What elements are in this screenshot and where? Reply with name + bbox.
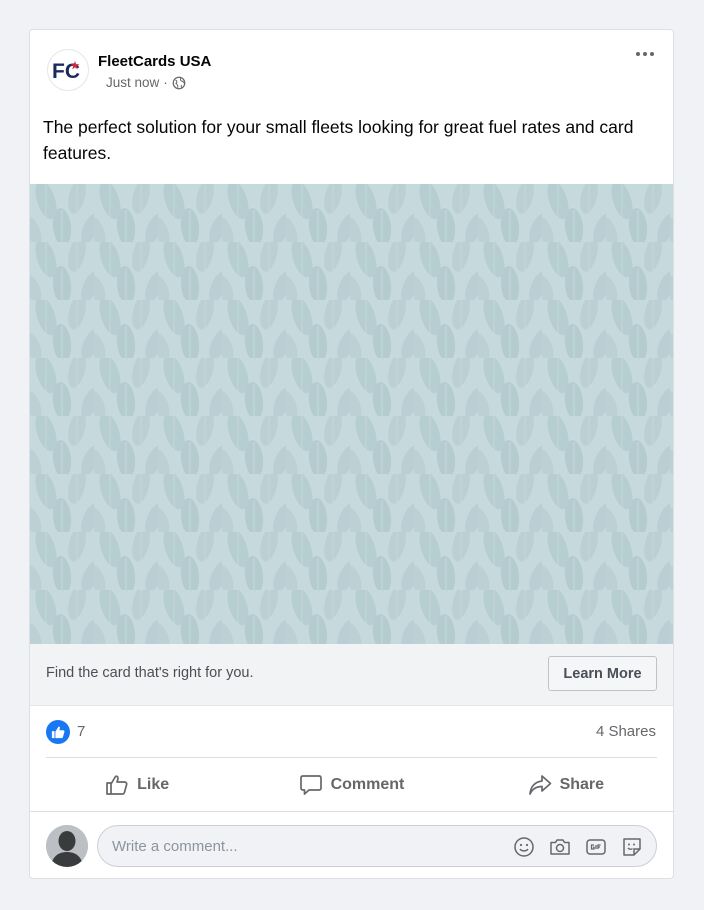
like-outline-icon (106, 775, 128, 795)
sticker-icon[interactable] (620, 835, 644, 859)
dot (643, 52, 647, 56)
engagement-stats: 7 4 Shares (30, 706, 673, 758)
user-avatar[interactable] (46, 825, 88, 867)
comment-label: Comment (330, 776, 405, 793)
globe-icon (172, 76, 186, 89)
like-button[interactable]: Like (30, 760, 244, 810)
gif-icon[interactable] (584, 835, 608, 859)
post-caption: The perfect solution for your small flee… (43, 117, 634, 163)
meta-separator: · (163, 75, 168, 90)
comment-box (97, 825, 657, 867)
cta-description[interactable]: Find the card that's right for you. (46, 665, 253, 681)
comment-input[interactable] (112, 826, 492, 866)
page-avatar[interactable]: FC (47, 49, 89, 91)
user-silhouette-icon (46, 825, 88, 867)
like-count[interactable]: 7 (77, 723, 85, 740)
action-bar: Like Comment Share (30, 760, 673, 810)
share-arrow-icon (528, 775, 551, 795)
emoji-icon[interactable] (512, 835, 536, 859)
thumbs-up-icon (51, 726, 65, 739)
page-name[interactable]: FleetCards USA (98, 53, 211, 70)
ad-media-image[interactable] (30, 184, 673, 644)
shares-count[interactable]: 4 Shares (596, 723, 656, 740)
dot (650, 52, 654, 56)
dot (636, 52, 640, 56)
camera-icon[interactable] (548, 835, 572, 859)
share-button[interactable]: Share (459, 760, 673, 810)
post-timestamp[interactable]: Just now (106, 75, 159, 90)
divider (46, 757, 657, 758)
fleetcards-logo-icon: FC (52, 60, 80, 83)
comment-tools (512, 835, 644, 859)
comment-bubble-icon (299, 775, 322, 795)
post-header: FC FleetCards USA Just now · (30, 30, 673, 110)
share-label: Share (559, 776, 605, 793)
like-reaction-icon[interactable] (46, 720, 70, 744)
leaf-pattern-image (30, 184, 673, 644)
cta-bar: Find the card that's right for you. Lear… (30, 644, 673, 706)
comment-button[interactable]: Comment (244, 760, 458, 810)
post-meta: Just now · (106, 75, 186, 90)
ad-post-card: FC FleetCards USA Just now · The perfect… (29, 29, 674, 879)
more-options-button[interactable] (633, 46, 657, 62)
learn-more-button[interactable]: Learn More (548, 656, 657, 691)
comment-composer (30, 811, 673, 878)
like-label: Like (137, 776, 170, 793)
